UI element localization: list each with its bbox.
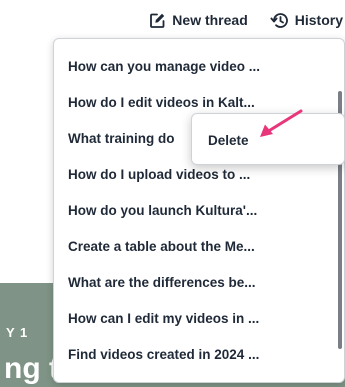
thread-toolbar: New thread History: [149, 8, 345, 32]
history-item[interactable]: How can I edit my videos in ...: [54, 300, 344, 336]
history-label: History: [294, 12, 343, 28]
history-list: How can you manage video ... How do I ed…: [54, 39, 344, 372]
history-item[interactable]: How do you launch Kultura'...: [54, 192, 344, 228]
hero-eyebrow: Y 1: [6, 325, 29, 340]
history-clock-icon: [270, 12, 289, 29]
history-item[interactable]: Create a table about the Me...: [54, 228, 344, 264]
new-thread-button[interactable]: New thread: [149, 12, 248, 29]
pink-arrow-icon: [260, 109, 303, 137]
delete-thread-button[interactable]: Delete: [208, 133, 249, 148]
history-item[interactable]: What are the differences be...: [54, 264, 344, 300]
history-item[interactable]: Find videos created in 2024 ...: [54, 336, 344, 372]
edit-square-icon: [149, 12, 166, 29]
history-button[interactable]: History: [270, 12, 343, 29]
history-item[interactable]: How can you manage video ...: [54, 48, 344, 84]
new-thread-label: New thread: [172, 12, 248, 28]
history-menu: How can you manage video ... How do I ed…: [53, 38, 345, 383]
